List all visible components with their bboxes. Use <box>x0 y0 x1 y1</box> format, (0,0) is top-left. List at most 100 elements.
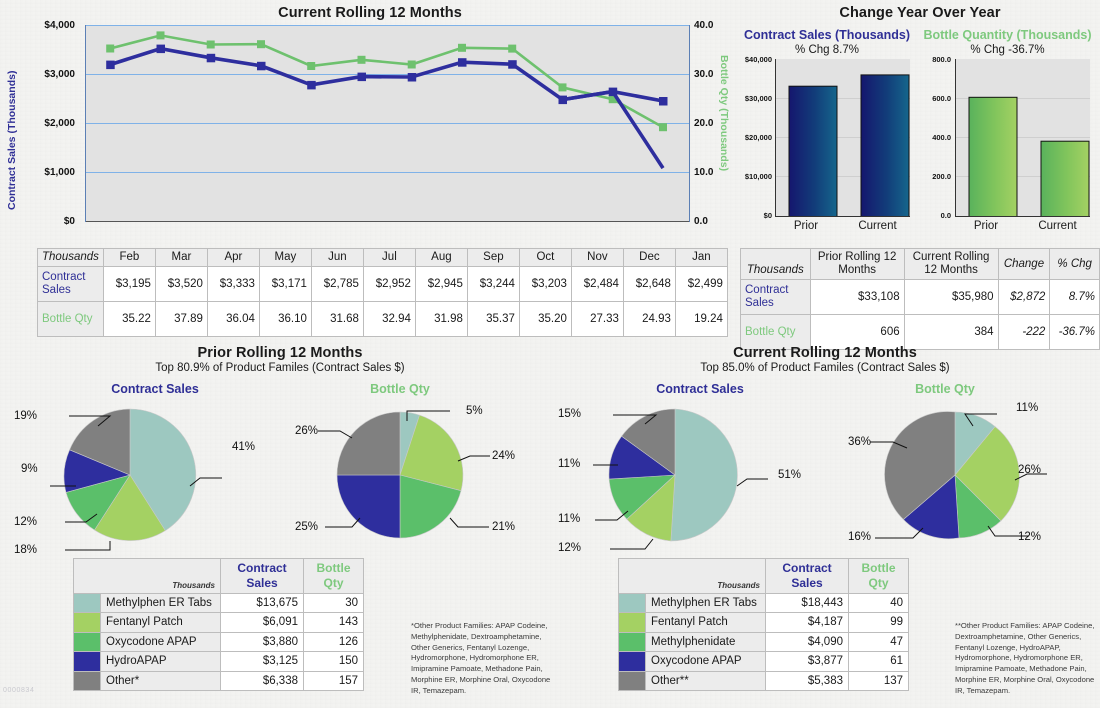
table-row: Other* $6,338 157 <box>73 670 364 691</box>
y-left-tick-1000: $1,000 <box>44 167 75 178</box>
table-row: Methylphen ER Tabs $18,443 40 <box>618 592 909 614</box>
current-panel-subtitle: Top 85.0% of Product Familes (Contract S… <box>700 362 950 374</box>
cell: 31.68 <box>310 301 364 338</box>
cell: 99 <box>848 612 909 633</box>
prior-qty-pct-fentanyl: 24% <box>492 450 516 462</box>
col-jul: Jul <box>362 247 416 268</box>
table-row: Contract Sales $3,195 $3,520 $3,333 $3,1… <box>37 266 728 303</box>
cell: 126 <box>303 631 364 653</box>
yoy-left-tick-20000: $20,000 <box>744 133 772 142</box>
legend-swatch <box>618 651 646 672</box>
cell: $3,244 <box>466 266 520 303</box>
prior-product-table-wrap: Thousands Contract Sales Bottle Qty Meth… <box>73 558 364 691</box>
cell: $2,785 <box>310 266 364 303</box>
cell: 36.10 <box>258 301 312 338</box>
yoy-table-wrap: Thousands Prior Rolling 12 Months Curren… <box>740 247 1100 351</box>
col-may: May <box>258 247 312 268</box>
current-sales-pct-fentanyl: 12% <box>558 542 582 554</box>
legend-swatch <box>73 670 101 691</box>
cell: $3,195 <box>102 266 156 303</box>
current-product-table-wrap: Thousands Contract Sales Bottle Qty Meth… <box>618 558 909 691</box>
yoy-left-svg <box>775 59 910 217</box>
y-right-tick-10: 10.0 <box>694 167 714 178</box>
current-qty-pct-oxycodone: 16% <box>848 531 872 543</box>
current-product-table: Thousands Contract Sales Bottle Qty Meth… <box>618 558 909 691</box>
yoy-right-tick-0: 0.0 <box>940 211 951 220</box>
col-jun: Jun <box>310 247 364 268</box>
current-panel-title: Current Rolling 12 Months <box>733 345 917 361</box>
cell: 32.94 <box>362 301 416 338</box>
table-row: Fentanyl Patch $6,091 143 <box>73 612 364 633</box>
prior-pie-sales-title: Contract Sales <box>111 382 199 396</box>
cell: $2,945 <box>414 266 468 303</box>
col-mar: Mar <box>154 247 208 268</box>
table-row: Fentanyl Patch $4,187 99 <box>618 612 909 633</box>
cell: 8.7% <box>1049 279 1100 316</box>
current-sales-pct-methylphenidate: 11% <box>558 513 581 525</box>
y-right-tick-0: 0.0 <box>694 216 708 227</box>
cell: $35,980 <box>903 279 999 316</box>
yoy-right-plot <box>955 59 1090 217</box>
table-row: Oxycodone APAP $3,877 61 <box>618 651 909 672</box>
prior-panel-title: Prior Rolling 12 Months <box>197 345 363 361</box>
cell: 37.89 <box>154 301 208 338</box>
y-right-tick-40: 40.0 <box>694 20 714 31</box>
yoy-left-title: Contract Sales (Thousands) <box>744 28 910 42</box>
cell: -36.7% <box>1049 314 1100 351</box>
yoy-right-cat-current: Current <box>1038 220 1077 232</box>
current-qty-pct-methylphenidate: 12% <box>1018 531 1042 543</box>
product-name: HydroAPAP <box>100 651 221 672</box>
prior-qty-pct-hydroapap: 25% <box>295 521 319 533</box>
cell: 35.37 <box>466 301 520 338</box>
current-qty-pct-methylphen: 11% <box>1016 402 1039 414</box>
yoy-left-tick-0: $0 <box>763 211 772 220</box>
col-oct: Oct <box>518 247 572 268</box>
cell: $3,520 <box>154 266 208 303</box>
dashboard-page: Current Rolling 12 Months Contract Sales… <box>0 0 1100 708</box>
monthly-table-corner: Thousands <box>37 247 104 268</box>
yoy-right-svg <box>955 59 1090 217</box>
cell: $3,333 <box>206 266 260 303</box>
current-table-corner: Thousands <box>618 558 766 594</box>
prior-contract-sales-pie-svg <box>50 408 222 551</box>
col-apr: Apr <box>206 247 260 268</box>
col-current-rolling: Current Rolling 12 Months <box>903 247 999 281</box>
prior-sales-pct-oxycodone: 12% <box>14 516 38 528</box>
yoy-left-cat-current: Current <box>858 220 897 232</box>
cell: 35.20 <box>518 301 572 338</box>
yoy-left-tick-40000: $40,000 <box>744 55 772 64</box>
yoy-title: Change Year Over Year <box>839 5 1001 21</box>
col-change: Change <box>997 247 1051 281</box>
prior-panel-subtitle: Top 80.9% of Product Familes (Contract S… <box>155 362 405 374</box>
cell: 61 <box>848 651 909 672</box>
table-header-row: Thousands Contract Sales Bottle Qty <box>618 558 909 594</box>
yoy-table-corner: Thousands <box>740 247 811 281</box>
row-label-bottle-qty: Bottle Qty <box>37 301 104 338</box>
yoy-table: Thousands Prior Rolling 12 Months Curren… <box>740 247 1100 351</box>
col-sep: Sep <box>466 247 520 268</box>
col-bottle-qty: Bottle Qty <box>848 558 909 594</box>
prior-contract-sales-pie <box>10 398 280 553</box>
legend-swatch <box>618 670 646 691</box>
cell: $3,125 <box>220 651 304 672</box>
cell: $13,675 <box>220 592 304 614</box>
prior-qty-pct-methylphen: 5% <box>466 405 483 417</box>
cell: $18,443 <box>765 592 849 614</box>
line-chart-svg <box>85 25 690 222</box>
cell: $2,872 <box>997 279 1051 316</box>
current-pie-qty-title: Bottle Qty <box>915 382 975 396</box>
current-qty-pct-other: 36% <box>848 436 872 448</box>
product-name: Oxycodone APAP <box>100 631 221 653</box>
page-watermark-id: 0000834 <box>3 687 35 694</box>
y-left-tick-4000: $4,000 <box>44 20 75 31</box>
legend-swatch <box>618 612 646 633</box>
col-contract-sales: Contract Sales <box>220 558 304 594</box>
col-pct-chg: % Chg <box>1049 247 1100 281</box>
cell: 31.98 <box>414 301 468 338</box>
col-bottle-qty: Bottle Qty <box>303 558 364 594</box>
y-right-tick-20: 20.0 <box>694 118 714 129</box>
monthly-table-wrap: Thousands Feb Mar Apr May Jun Jul Aug Se… <box>37 247 728 338</box>
current-bottle-qty-pie <box>845 398 1085 553</box>
current-sales-pct-oxycodone: 11% <box>558 458 581 470</box>
table-row: HydroAPAP $3,125 150 <box>73 651 364 672</box>
